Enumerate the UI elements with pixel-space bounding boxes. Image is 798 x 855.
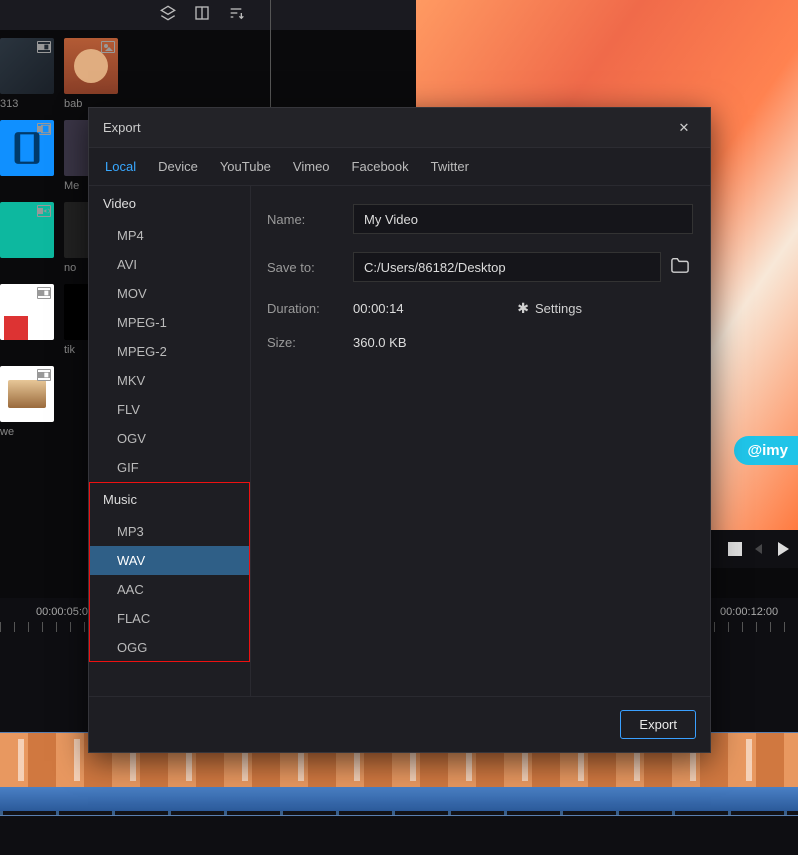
settings-label: Settings <box>535 301 582 316</box>
export-tab-twitter[interactable]: Twitter <box>431 159 469 174</box>
dialog-title: Export <box>103 120 141 135</box>
format-group-music: MusicMP3WAVAACFLACOGG <box>89 482 250 662</box>
format-ogv[interactable]: OGV <box>89 424 250 453</box>
audio-badge-icon <box>37 205 51 217</box>
image-badge-icon <box>101 41 115 53</box>
preview-watermark: @imy <box>734 436 798 465</box>
export-tabs: Local Device YouTube Vimeo Facebook Twitter <box>89 148 710 186</box>
thumb-label: tik <box>64 344 75 356</box>
gear-icon: ✱ <box>517 300 529 317</box>
media-thumb[interactable]: bab <box>64 38 118 94</box>
media-thumb[interactable] <box>0 202 54 258</box>
video-badge-icon <box>37 369 51 381</box>
video-badge-icon <box>37 41 51 53</box>
format-avi[interactable]: AVI <box>89 250 250 279</box>
format-group-header: Video <box>89 186 250 221</box>
media-thumb[interactable] <box>0 284 54 340</box>
format-mp4[interactable]: MP4 <box>89 221 250 250</box>
format-wav[interactable]: WAV <box>89 546 250 575</box>
export-tab-vimeo[interactable]: Vimeo <box>293 159 330 174</box>
video-badge-icon <box>37 287 51 299</box>
thumb-label: we <box>0 426 14 438</box>
format-flv[interactable]: FLV <box>89 395 250 424</box>
browse-folder-icon[interactable] <box>669 256 691 279</box>
layers-icon[interactable] <box>160 5 176 25</box>
name-input[interactable] <box>353 204 693 234</box>
format-mpeg-2[interactable]: MPEG-2 <box>89 337 250 366</box>
save-to-label: Save to: <box>267 260 353 275</box>
export-tab-facebook[interactable]: Facebook <box>352 159 409 174</box>
format-gif[interactable]: GIF <box>89 453 250 482</box>
export-tab-youtube[interactable]: YouTube <box>220 159 271 174</box>
export-tab-device[interactable]: Device <box>158 159 198 174</box>
ruler-tick: 00:00:05:00 <box>36 606 94 618</box>
play-icon[interactable] <box>774 540 792 558</box>
settings-button[interactable]: ✱ Settings <box>517 300 582 317</box>
format-ogg[interactable]: OGG <box>89 633 250 662</box>
export-dialog: Export ✕ Local Device YouTube Vimeo Facebook… <box>88 107 711 753</box>
size-value: 360.0 KB <box>353 335 407 350</box>
name-label: Name: <box>267 212 353 227</box>
duration-label: Duration: <box>267 301 353 316</box>
media-thumb[interactable]: 313 <box>0 38 54 94</box>
format-aac[interactable]: AAC <box>89 575 250 604</box>
media-thumb[interactable]: we <box>0 366 54 422</box>
format-flac[interactable]: FLAC <box>89 604 250 633</box>
columns-icon[interactable] <box>194 5 210 25</box>
media-thumb[interactable] <box>0 120 54 176</box>
export-button[interactable]: Export <box>620 710 696 739</box>
format-mov[interactable]: MOV <box>89 279 250 308</box>
close-icon[interactable]: ✕ <box>672 116 696 140</box>
stop-icon[interactable] <box>726 540 744 558</box>
ruler-tick: 00:00:12:00 <box>720 606 778 618</box>
thumb-label: bab <box>64 98 82 110</box>
save-to-input[interactable] <box>353 252 661 282</box>
format-mp3[interactable]: MP3 <box>89 517 250 546</box>
format-group-header: Music <box>89 482 250 517</box>
duration-value: 00:00:14 <box>353 301 404 316</box>
thumb-label: no <box>64 262 76 274</box>
export-settings: Name: Save to: Duration: 00:00:14 ✱ Sett… <box>251 186 710 696</box>
prev-frame-icon[interactable] <box>750 540 768 558</box>
format-group-video: VideoMP4AVIMOVMPEG-1MPEG-2MKVFLVOGVGIF <box>89 186 250 482</box>
format-panel: VideoMP4AVIMOVMPEG-1MPEG-2MKVFLVOGVGIFMu… <box>89 186 251 696</box>
thumb-label: Me <box>64 180 79 192</box>
format-mpeg-1[interactable]: MPEG-1 <box>89 308 250 337</box>
thumb-label: 313 <box>0 98 18 110</box>
dialog-footer: Export <box>89 696 710 752</box>
sort-icon[interactable] <box>228 5 244 25</box>
format-mkv[interactable]: MKV <box>89 366 250 395</box>
size-label: Size: <box>267 335 353 350</box>
dialog-titlebar: Export ✕ <box>89 108 710 148</box>
export-tab-local[interactable]: Local <box>105 159 136 174</box>
